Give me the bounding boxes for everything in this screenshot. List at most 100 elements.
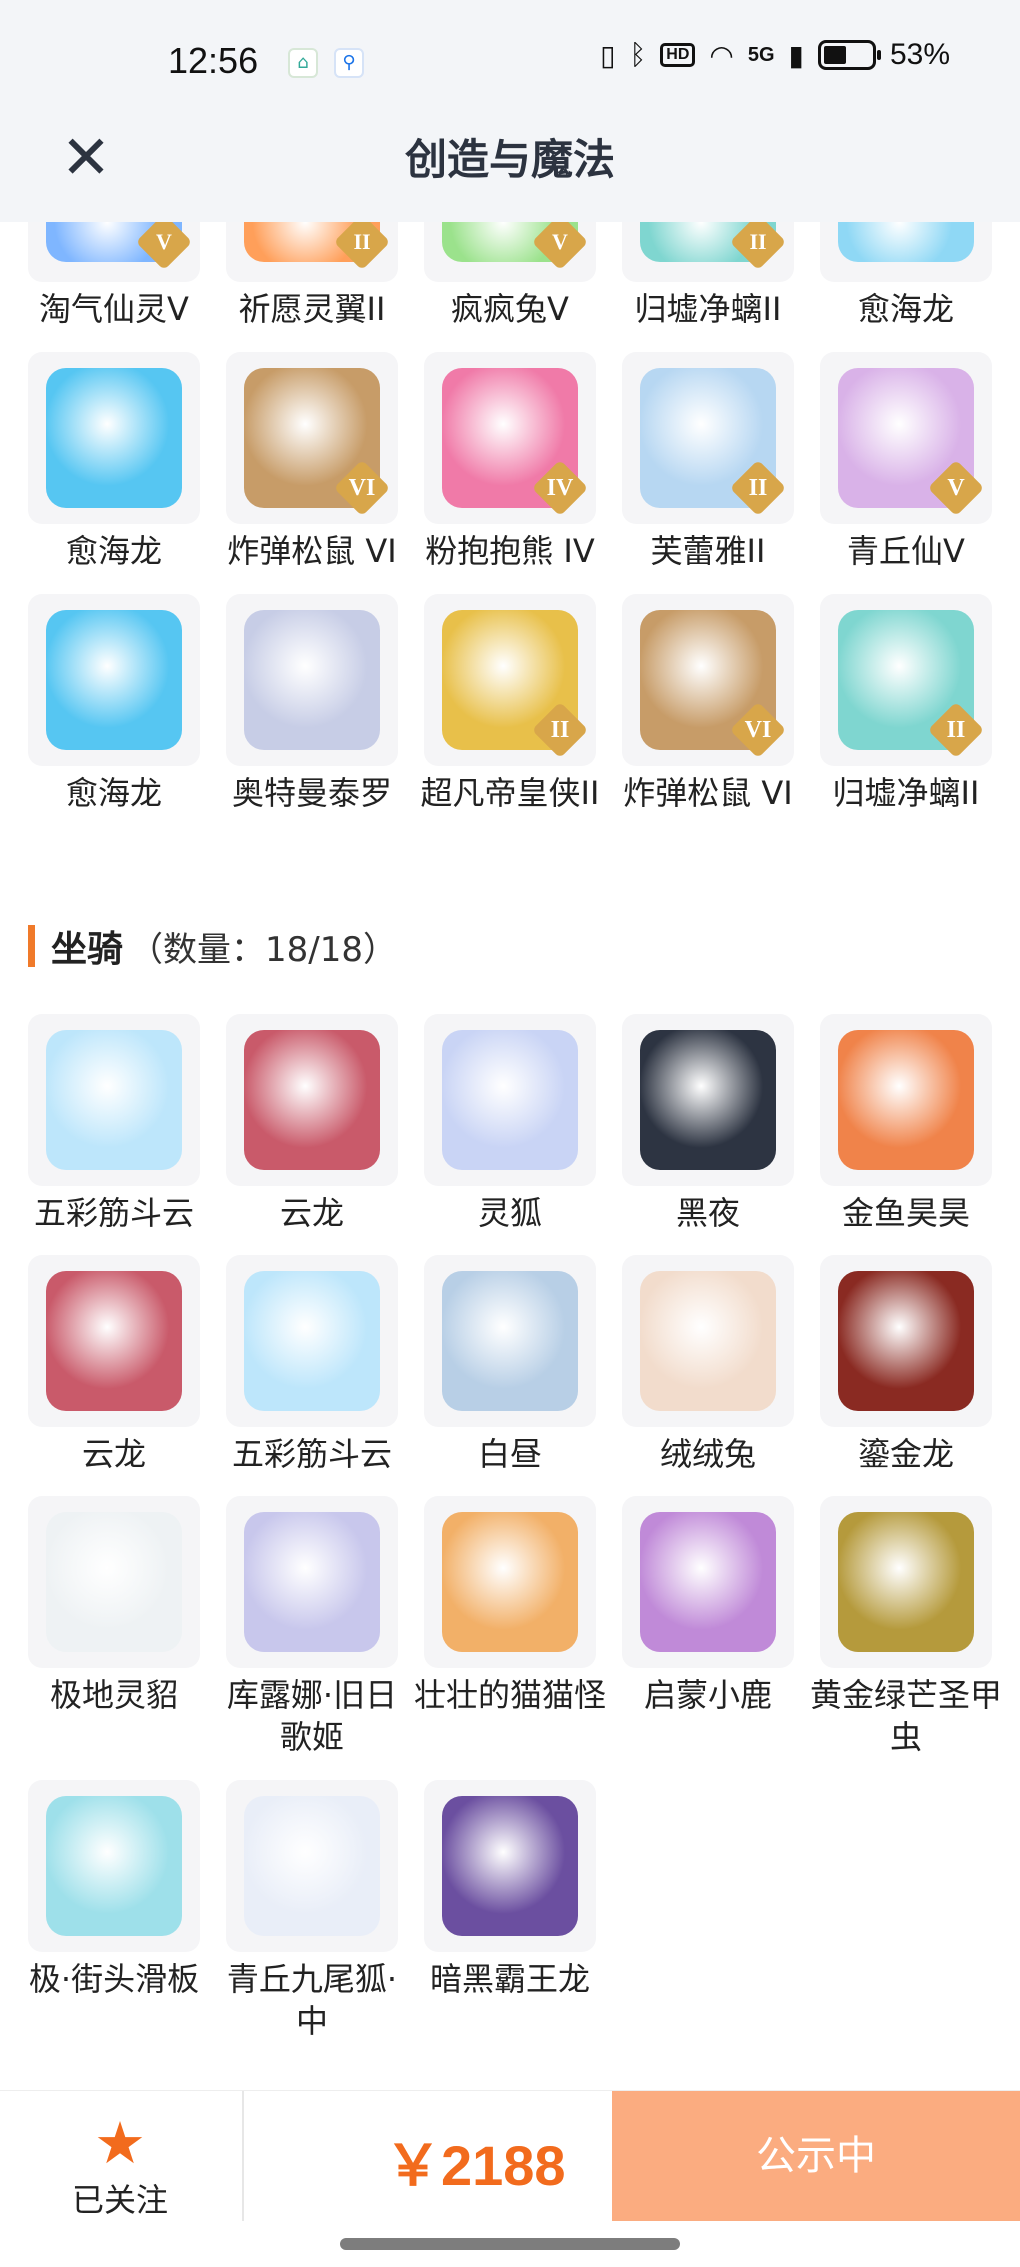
home-indicator[interactable] [340,2238,680,2250]
mount-thumbnail [820,1496,992,1668]
divider [242,2091,244,2221]
mount-artwork [442,1030,578,1170]
tier-badge-label: II [946,717,966,743]
tier-badge: V [927,459,985,517]
pet-item-partial[interactable]: II [622,222,794,282]
network-label: 5G [747,43,775,66]
pet-item[interactable]: 奥特曼泰罗 [226,594,398,814]
mount-item[interactable]: 库露娜·旧日歌姬 [226,1496,398,1758]
pet-label: 炸弹松鼠 VI [227,532,397,570]
pet-item[interactable]: VI 炸弹松鼠 VI [622,594,794,814]
pet-artwork [46,368,182,508]
mount-item[interactable]: 极·街头滑板 [28,1780,200,2000]
mount-label: 黑夜 [675,1194,740,1232]
mount-artwork [46,1796,182,1936]
mount-artwork [46,1271,182,1411]
tier-badge: II [531,701,589,759]
mount-artwork [838,1030,974,1170]
pet-thumbnail [28,352,200,524]
pet-item[interactable]: IV 粉抱抱熊 IV [424,352,596,572]
tier-badge-label: II [353,229,371,254]
mount-item[interactable]: 鎏金龙 [820,1255,992,1475]
mount-label: 库露娜·旧日歌姬 [226,1676,398,1756]
mount-artwork [244,1796,380,1936]
mount-thumbnail [28,1255,200,1427]
pet-thumbnail [226,594,398,766]
pet-thumbnail: IV [424,352,596,524]
battery-icon [817,40,881,70]
follow-button[interactable]: ★ 已关注 [40,2111,200,2221]
mount-thumbnail [28,1496,200,1668]
mount-label: 绒绒兔 [659,1435,756,1473]
mount-item[interactable]: 金鱼昊昊 [820,1014,992,1234]
mount-label: 启蒙小鹿 [643,1676,772,1714]
tier-badge-label: IV [546,475,574,501]
mount-artwork [640,1512,776,1652]
pet-artwork [46,610,182,750]
mount-artwork [838,1512,974,1652]
pet-artwork [244,610,380,750]
pet-item[interactable]: 愈海龙 [28,594,200,814]
pet-artwork [838,222,974,262]
mount-item[interactable]: 启蒙小鹿 [622,1496,794,1716]
mount-item[interactable]: 暗黑霸王龙 [424,1780,596,2000]
pet-item[interactable]: II 芙蕾雅II [622,352,794,572]
pet-label: 祈愿灵翼II [238,290,386,328]
mount-item[interactable]: 青丘九尾狐·中 [226,1780,398,2042]
pet-item-partial[interactable]: V [28,222,200,282]
home-app-icon: ⌂ [288,48,318,78]
pet-item[interactable]: VI 炸弹松鼠 VI [226,352,398,572]
mount-item[interactable]: 黄金绿芒圣甲虫 [810,1496,1002,1758]
pet-label: 愈海龙 [857,290,954,328]
mount-item[interactable]: 黑夜 [622,1014,794,1234]
section-header-mounts: 坐骑 （数量：18/18） [28,922,397,970]
status-time: 12:56 [168,40,259,81]
star-icon: ★ [94,2109,146,2177]
mount-item[interactable]: 五彩筋斗云 [226,1255,398,1475]
tier-badge: VI [729,701,787,759]
mount-thumbnail [622,1496,794,1668]
mount-item[interactable]: 壮壮的猫猫怪 [414,1496,606,1716]
pet-item[interactable]: V 青丘仙V [820,352,992,572]
page-title: 创造与魔法 [404,135,615,184]
mount-item[interactable]: 灵狐 [424,1014,596,1234]
section-title: 坐骑 [51,929,124,970]
pet-item-partial[interactable]: II [226,222,398,282]
mount-item[interactable]: 云龙 [28,1255,200,1475]
mount-item[interactable]: 白昼 [424,1255,596,1475]
mount-artwork [442,1271,578,1411]
pet-label: 青丘仙V [847,532,965,570]
mount-label: 壮壮的猫猫怪 [413,1676,606,1714]
pet-item[interactable]: 愈海龙 [28,352,200,572]
tier-badge: V [531,222,589,271]
mount-label: 云龙 [81,1435,146,1473]
mount-thumbnail [226,1255,398,1427]
pet-thumbnail: II [424,594,596,766]
mount-thumbnail [820,1014,992,1186]
pet-label: 淘气仙灵V [39,290,189,328]
search-app-icon: ⚲ [334,48,364,78]
pet-label: 愈海龙 [65,532,162,570]
pet-label: 愈海龙 [65,774,162,812]
mount-artwork [442,1512,578,1652]
mount-item[interactable]: 云龙 [226,1014,398,1234]
publicity-status-button[interactable]: 公示中 [612,2091,1020,2221]
mount-label: 黄金绿芒圣甲虫 [809,1676,1002,1756]
mount-item[interactable]: 五彩筋斗云 [28,1014,200,1234]
pet-label: 粉抱抱熊 IV [425,532,595,570]
mount-thumbnail [622,1255,794,1427]
pet-item-partial[interactable] [820,222,992,282]
mount-item[interactable]: 极地灵貂 [28,1496,200,1716]
mount-item[interactable]: 绒绒兔 [622,1255,794,1475]
pet-thumbnail: II [820,594,992,766]
pet-item-partial[interactable]: V [424,222,596,282]
mount-artwork [46,1030,182,1170]
price: ￥2188 [385,2134,566,2197]
pet-item[interactable]: II 超凡帝皇侠II [421,594,599,814]
tier-badge-label: V [552,229,568,254]
mount-label: 极地灵貂 [49,1676,178,1714]
mount-artwork [46,1512,182,1652]
pet-item[interactable]: II 归墟净螭II [820,594,992,814]
mount-label: 云龙 [279,1194,344,1232]
mount-label: 金鱼昊昊 [841,1194,970,1232]
